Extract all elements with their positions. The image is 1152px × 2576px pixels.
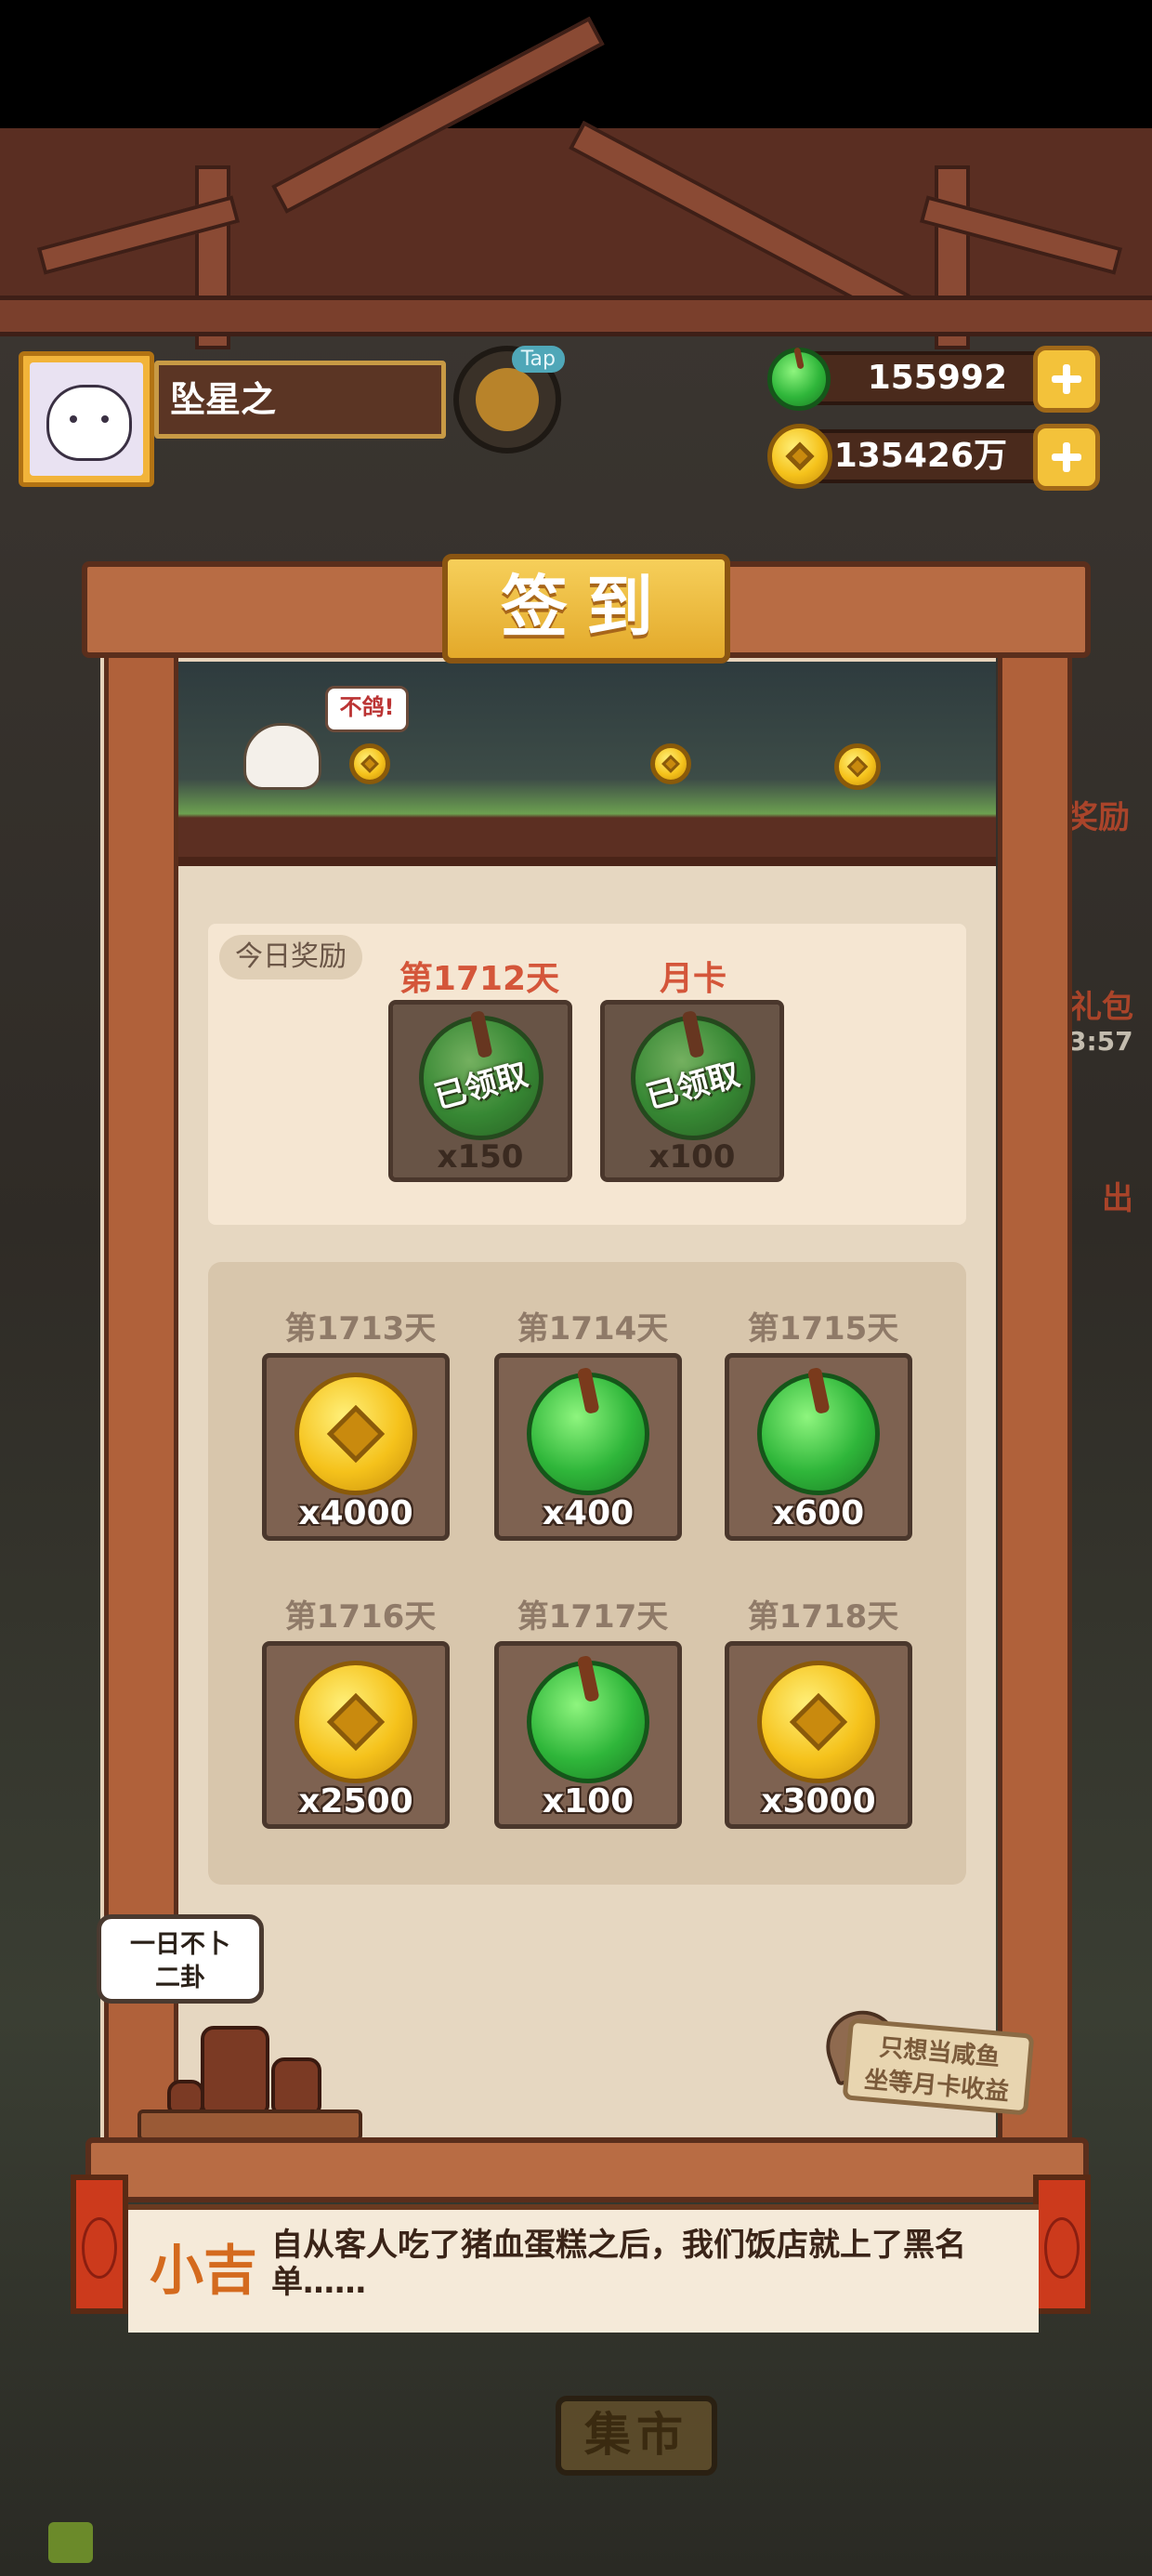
coin-icon [757,1661,880,1783]
jade-icon [767,347,831,411]
monthly-card-label: 月卡 [659,960,727,998]
coin-icon [767,424,832,489]
day-label: 第1718天 [747,1598,899,1636]
reward-qty: x150 [437,1138,524,1176]
reward-qty: x600 [772,1494,865,1532]
jade-icon [527,1367,649,1495]
tap-label: Tap [511,346,565,373]
reward-qty: x2500 [298,1782,413,1820]
reward-qty: x400 [542,1494,635,1532]
chick-mascot-icon [243,723,321,790]
monthly-reward-card: 已领取 x100 [600,1000,784,1182]
chick-icon [476,368,539,431]
side-gift-label[interactable]: 礼包 [1070,981,1133,1027]
banner-coin-icon [650,743,691,784]
bubble-line: 一日不卜 [130,1930,230,1959]
day-label: 第1716天 [284,1598,437,1636]
day-label: 第1717天 [517,1598,669,1636]
reward-card[interactable]: x2500 [262,1641,450,1829]
dialog-speaker: 小吉 [149,2239,257,2302]
jade-icon [757,1367,880,1495]
reward-card[interactable]: x4000 [262,1353,450,1541]
add-jade-button[interactable] [1033,346,1100,413]
reward-qty: x3000 [761,1782,876,1820]
side-out-label[interactable]: 出 [1102,1173,1133,1218]
day-label: 第1715天 [747,1310,899,1347]
roof-crossbar [0,296,1152,336]
day-label: 第1714天 [517,1310,669,1347]
divination-speech-bubble: 一日不卜 二卦 [97,1914,264,2004]
dialog-text: 自从客人吃了猪血蛋糕之后，我们饭店就上了黑名单…… [271,2227,966,2301]
side-reward-label[interactable]: 奖励 [1067,792,1130,837]
day-label: 第1713天 [284,1310,437,1347]
left-lantern-pillar [71,2175,128,2314]
reward-card[interactable]: x3000 [725,1641,912,1829]
jar-icon [201,2026,269,2115]
add-coin-button[interactable] [1033,424,1100,491]
jar-shelf [137,2109,362,2141]
cat-avatar-icon [46,385,132,461]
reward-qty: x100 [542,1782,635,1820]
coin-icon [295,1661,417,1783]
reward-qty: x4000 [298,1494,413,1532]
avatar[interactable] [30,362,143,476]
mascot-speech-bubble: 不鸽! [325,686,409,732]
player-name: 坠星之 [154,361,446,439]
today-rewards-tag: 今日奖励 [219,935,362,979]
board-bottom-beam [85,2137,1089,2202]
signin-title: 签到 [442,554,730,664]
top-black-band [0,0,1152,128]
monthly-card-sign: 只想当咸鱼 坐等月卡收益 [842,2017,1035,2116]
bubble-line: 二卦 [155,1964,205,1992]
jade-icon [527,1655,649,1783]
tap-button[interactable]: Tap [453,346,565,453]
banner-coin-icon [834,743,881,790]
jar-icon [271,2057,321,2115]
board-right-post [998,613,1072,2147]
right-lantern-pillar [1033,2175,1091,2314]
today-reward-card: 已领取 x150 [388,1000,572,1182]
reward-card[interactable]: x400 [494,1353,682,1541]
reward-card[interactable]: x100 [494,1641,682,1829]
today-day-label: 第1712天 [399,960,560,998]
reward-qty: x100 [648,1138,736,1176]
coin-icon [295,1373,417,1495]
side-timer: 3:57 [1068,1026,1133,1057]
market-button[interactable]: 集市 [556,2396,717,2476]
corner-menu-icon[interactable] [48,2522,93,2563]
banner-coin-icon [349,743,390,784]
reward-card[interactable]: x600 [725,1353,912,1541]
